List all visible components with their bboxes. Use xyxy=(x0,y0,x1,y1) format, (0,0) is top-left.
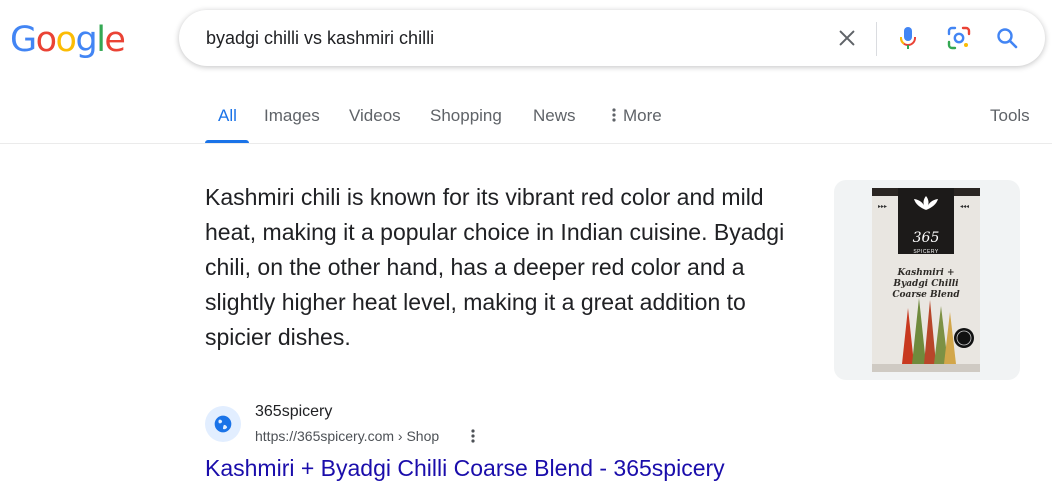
product-image[interactable]: ▸▸▸ ◂◂◂ 365 SPICERY Kashmiri + Byadgi Ch… xyxy=(834,180,1020,380)
search-results-page: Google byadgi chilli vs kashmiri chilli … xyxy=(0,0,1052,495)
svg-text:▸▸▸: ▸▸▸ xyxy=(878,204,887,210)
logo-letter-o2: o xyxy=(55,20,77,60)
tab-videos-label: Videos xyxy=(349,106,401,125)
tab-shopping[interactable]: Shopping xyxy=(430,96,502,144)
tab-images-label: Images xyxy=(264,106,320,125)
tab-all[interactable]: All xyxy=(218,96,237,144)
pack-brand-sub: SPICERY xyxy=(913,249,939,255)
svg-text:◂◂◂: ◂◂◂ xyxy=(960,204,969,210)
pack-product-title: Kashmiri + Byadgi Chilli Coarse Blend xyxy=(892,268,960,300)
tab-shopping-label: Shopping xyxy=(430,106,502,125)
tab-images[interactable]: Images xyxy=(264,96,320,144)
search-tabs: All Images Videos Shopping News More Too… xyxy=(0,96,1052,144)
tabs-divider xyxy=(0,143,1052,144)
mic-icon[interactable] xyxy=(892,22,924,54)
spice-pack-illustration: ▸▸▸ ◂◂◂ 365 SPICERY Kashmiri + Byadgi Ch… xyxy=(872,188,980,372)
tab-news-label: News xyxy=(533,106,576,125)
tools-button[interactable]: Tools xyxy=(990,96,1030,144)
result-site-name[interactable]: 365spicery xyxy=(255,403,332,421)
logo-letter-e: e xyxy=(104,20,126,60)
search-box xyxy=(179,10,1045,66)
search-icon[interactable] xyxy=(991,22,1023,54)
result-url[interactable]: https://365spicery.com › Shop xyxy=(255,428,439,444)
result-title-link[interactable]: Kashmiri + Byadgi Chilli Coarse Blend - … xyxy=(205,455,725,482)
tab-more[interactable]: More xyxy=(612,96,662,144)
site-favicon[interactable] xyxy=(205,406,241,442)
tab-videos[interactable]: Videos xyxy=(349,96,401,144)
featured-answer-text: Kashmiri chili is known for its vibrant … xyxy=(205,184,785,350)
camera-lens-icon[interactable] xyxy=(943,22,975,54)
search-input[interactable] xyxy=(206,24,806,52)
more-vertical-icon xyxy=(612,108,616,122)
logo-letter-g2: g xyxy=(75,20,97,60)
google-logo[interactable]: Google xyxy=(10,18,126,62)
logo-letter-g: G xyxy=(10,20,37,60)
search-divider xyxy=(876,22,877,56)
globe-icon xyxy=(214,415,232,433)
pack-brand-name: 365 xyxy=(912,230,940,246)
tab-news[interactable]: News xyxy=(533,96,576,144)
tools-label: Tools xyxy=(990,106,1030,125)
close-icon[interactable] xyxy=(831,22,863,54)
tab-all-label: All xyxy=(218,106,237,125)
result-more-options-icon[interactable] xyxy=(463,426,483,446)
logo-letter-o1: o xyxy=(35,20,57,60)
tab-more-label: More xyxy=(623,106,662,125)
